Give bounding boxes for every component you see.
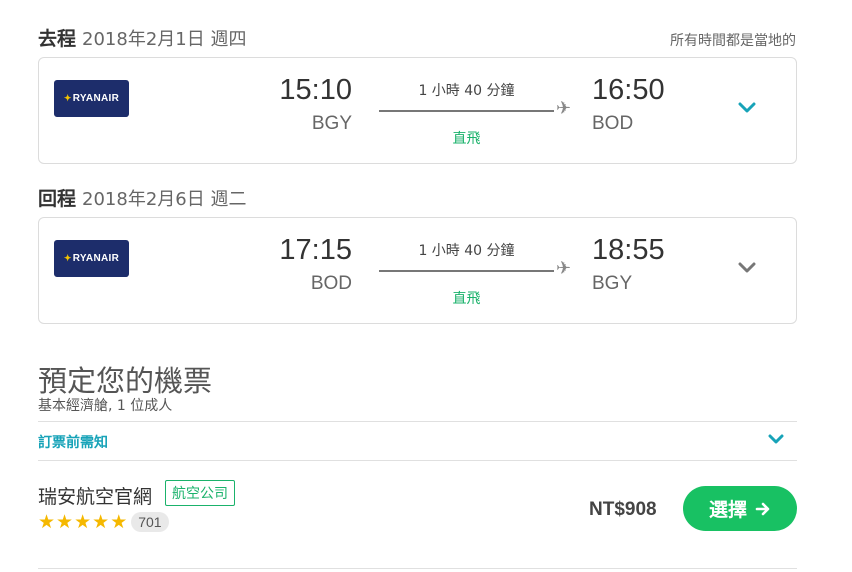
return-stops: 直飛 [452, 291, 481, 307]
plane-icon: ✈ [556, 98, 572, 119]
return-arrive-time: 18:55 [592, 234, 665, 266]
divider [38, 460, 797, 461]
vendor-name: 瑞安航空官網 [38, 486, 153, 508]
outbound-header: 去程 2018年2月1日 週四 [38, 24, 246, 51]
return-header: 回程 2018年2月6日 週二 [38, 184, 246, 211]
return-route-line [379, 270, 554, 272]
chevron-down-icon[interactable] [738, 262, 756, 274]
chevron-down-icon[interactable] [768, 434, 784, 445]
booking-subtitle: 基本經濟艙, 1 位成人 [38, 398, 173, 414]
vendor-type-badge: 航空公司 [165, 480, 235, 506]
plane-icon: ✈ [556, 258, 572, 279]
star-icon: ★ [92, 511, 110, 533]
return-date: 2018年2月6日 週二 [82, 189, 247, 210]
booking-notice-link[interactable]: 訂票前需知 [38, 432, 108, 452]
divider [38, 421, 797, 422]
ryanair-logo: ✦ RYANAIR [54, 240, 129, 277]
outbound-label: 去程 [38, 28, 77, 50]
outbound-arrive-code: BOD [592, 113, 634, 134]
outbound-depart-time: 15:10 [279, 74, 352, 106]
star-icon: ★ [38, 511, 56, 533]
review-count-badge[interactable]: 701 [131, 512, 169, 532]
booking-title: 預定您的機票 [38, 364, 213, 398]
return-arrive-code: BGY [592, 273, 633, 294]
return-depart-time: 17:15 [279, 234, 352, 266]
return-depart-code: BOD [310, 273, 352, 294]
outbound-depart-code: BGY [311, 113, 352, 134]
harp-icon: ✦ [63, 253, 72, 263]
outbound-duration: 1 小時 40 分鐘 [418, 83, 515, 99]
arrow-right-icon [755, 501, 771, 517]
star-icon: ★ [110, 511, 128, 533]
star-icon: ★ [74, 511, 92, 533]
outbound-stops: 直飛 [452, 131, 481, 147]
local-time-note: 所有時間都是當地的 [670, 33, 796, 49]
harp-icon: ✦ [63, 93, 72, 103]
outbound-date: 2018年2月1日 週四 [82, 29, 247, 50]
chevron-down-icon[interactable] [738, 102, 756, 114]
price: NT$908 [589, 499, 657, 520]
divider [38, 568, 797, 569]
select-button[interactable]: 選擇 [683, 486, 797, 531]
select-button-label: 選擇 [708, 500, 747, 521]
ryanair-logo: ✦ RYANAIR [54, 80, 129, 117]
return-duration: 1 小時 40 分鐘 [418, 243, 515, 259]
return-label: 回程 [38, 188, 77, 210]
star-icon: ★ [56, 511, 74, 533]
outbound-flight-card[interactable]: ✦ RYANAIR 15:10 BGY 1 小時 40 分鐘 ✈ 直飛 16:5… [38, 57, 797, 164]
vendor-rating: ★ ★ ★ ★ ★ 701 [38, 512, 169, 532]
outbound-route-line [379, 110, 554, 112]
return-flight-card[interactable]: ✦ RYANAIR 17:15 BOD 1 小時 40 分鐘 ✈ 直飛 18:5… [38, 217, 797, 324]
outbound-arrive-time: 16:50 [592, 74, 665, 106]
